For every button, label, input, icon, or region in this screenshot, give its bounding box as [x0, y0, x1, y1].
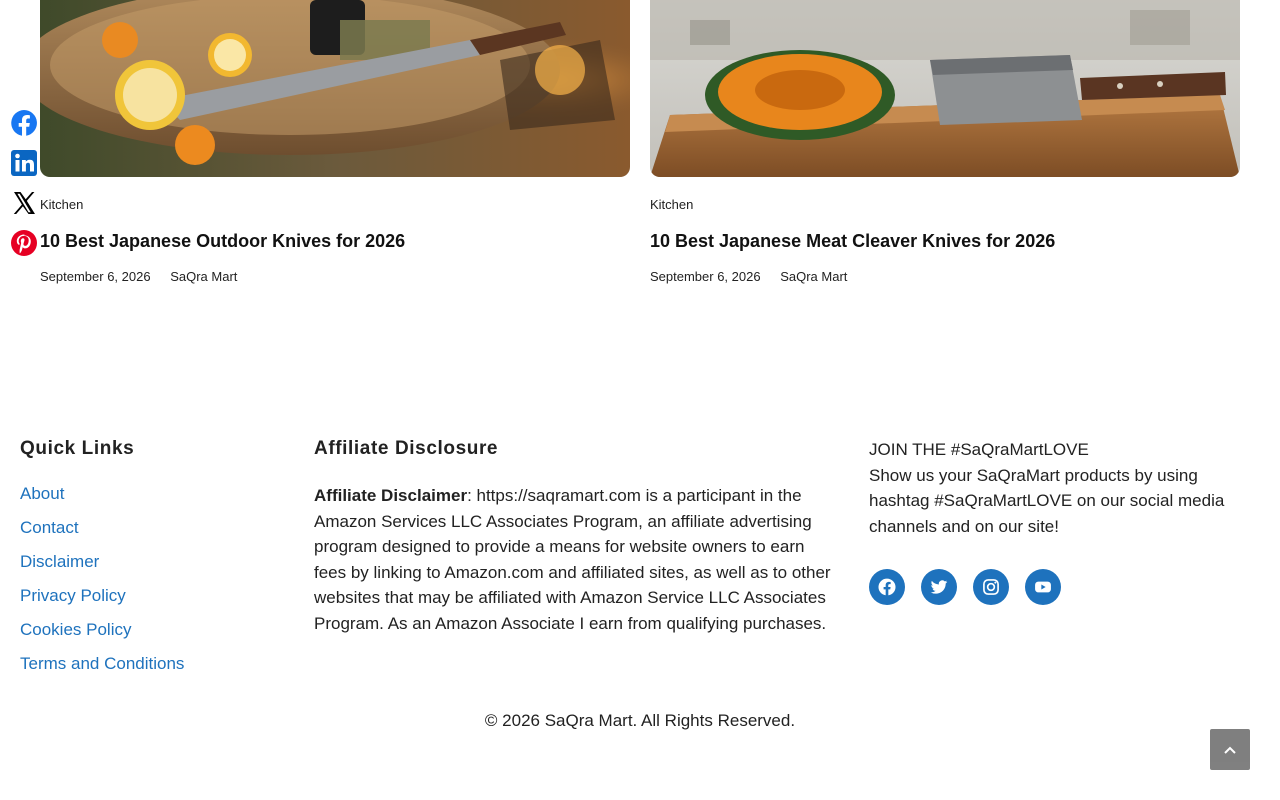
post-category-link[interactable]: Kitchen: [650, 197, 1240, 213]
list-item: About: [20, 483, 280, 517]
instagram-icon: [983, 579, 999, 595]
quick-link-cookies-policy[interactable]: Cookies Policy: [20, 620, 132, 639]
share-linkedin-button[interactable]: [8, 147, 40, 179]
affiliate-disclosure-title: Affiliate Disclosure: [314, 438, 499, 459]
social-instagram-button[interactable]: [973, 569, 1009, 605]
social-facebook-button[interactable]: [869, 569, 905, 605]
share-x-button[interactable]: [8, 187, 40, 219]
youtube-icon: [1035, 581, 1051, 593]
share-bar: [8, 107, 40, 267]
share-facebook-button[interactable]: [8, 107, 40, 139]
post-meta: September 6, 2026 SaQra Mart: [650, 269, 1240, 285]
pinterest-icon: [11, 230, 37, 256]
post-thumbnail-link[interactable]: [650, 0, 1240, 177]
post-thumbnail-link[interactable]: [40, 0, 630, 177]
affiliate-disclosure-text: Affiliate Disclaimer: https://saqramart.…: [314, 483, 839, 636]
quick-links-list: About Contact Disclaimer Privacy Policy …: [20, 483, 280, 687]
facebook-icon: [8, 107, 40, 139]
social-links: [869, 569, 1239, 605]
post-title-link[interactable]: 10 Best Japanese Outdoor Knives for 2026: [40, 230, 630, 252]
post-date: September 6, 2026: [40, 269, 151, 284]
chevron-up-icon: [1224, 746, 1236, 754]
post-title-link[interactable]: 10 Best Japanese Meat Cleaver Knives for…: [650, 230, 1240, 252]
join-text: Show us your SaQraMart products by using…: [869, 465, 1225, 536]
post-thumbnail-image: [40, 0, 630, 177]
quick-link-terms[interactable]: Terms and Conditions: [20, 654, 184, 673]
twitter-icon: [930, 580, 948, 594]
list-item: Privacy Policy: [20, 585, 280, 619]
join-heading: JOIN THE #SaQraMartLOVE: [869, 440, 1089, 459]
quick-link-contact[interactable]: Contact: [20, 518, 79, 537]
post-card: Kitchen 10 Best Japanese Meat Cleaver Kn…: [650, 0, 1240, 285]
footer-widgets: Quick Links About Contact Disclaimer Pri…: [0, 437, 1280, 697]
social-youtube-button[interactable]: [1025, 569, 1061, 605]
x-icon: [13, 192, 36, 214]
post-date: September 6, 2026: [650, 269, 761, 284]
social-twitter-button[interactable]: [921, 569, 957, 605]
quick-link-disclaimer[interactable]: Disclaimer: [20, 552, 99, 571]
quick-link-about[interactable]: About: [20, 484, 64, 503]
post-thumbnail-image: [650, 0, 1240, 177]
join-widget: JOIN THE #SaQraMartLOVE Show us your SaQ…: [869, 437, 1239, 605]
list-item: Terms and Conditions: [20, 653, 280, 687]
post-meta: September 6, 2026 SaQra Mart: [40, 269, 630, 285]
list-item: Cookies Policy: [20, 619, 280, 653]
affiliate-disclaimer-body: : https://saqramart.com is a participant…: [314, 486, 831, 633]
list-item: Disclaimer: [20, 551, 280, 585]
linkedin-icon: [11, 150, 37, 176]
quick-link-privacy-policy[interactable]: Privacy Policy: [20, 586, 126, 605]
post-category-link[interactable]: Kitchen: [40, 197, 630, 213]
quick-links-title: Quick Links: [20, 438, 135, 459]
list-item: Contact: [20, 517, 280, 551]
post-author-link[interactable]: SaQra Mart: [170, 269, 237, 285]
affiliate-disclosure-widget: Affiliate Disclosure Affiliate Disclaime…: [314, 437, 839, 636]
facebook-icon: [878, 578, 896, 596]
quick-links-widget: Quick Links About Contact Disclaimer Pri…: [20, 437, 280, 687]
share-pinterest-button[interactable]: [8, 227, 40, 259]
post-card: Kitchen 10 Best Japanese Outdoor Knives …: [40, 0, 630, 285]
affiliate-disclaimer-label: Affiliate Disclaimer: [314, 486, 468, 505]
back-to-top-button[interactable]: [1210, 729, 1250, 770]
post-author-link[interactable]: SaQra Mart: [780, 269, 847, 285]
copyright-text: © 2026 SaQra Mart. All Rights Reserved.: [484, 711, 796, 730]
